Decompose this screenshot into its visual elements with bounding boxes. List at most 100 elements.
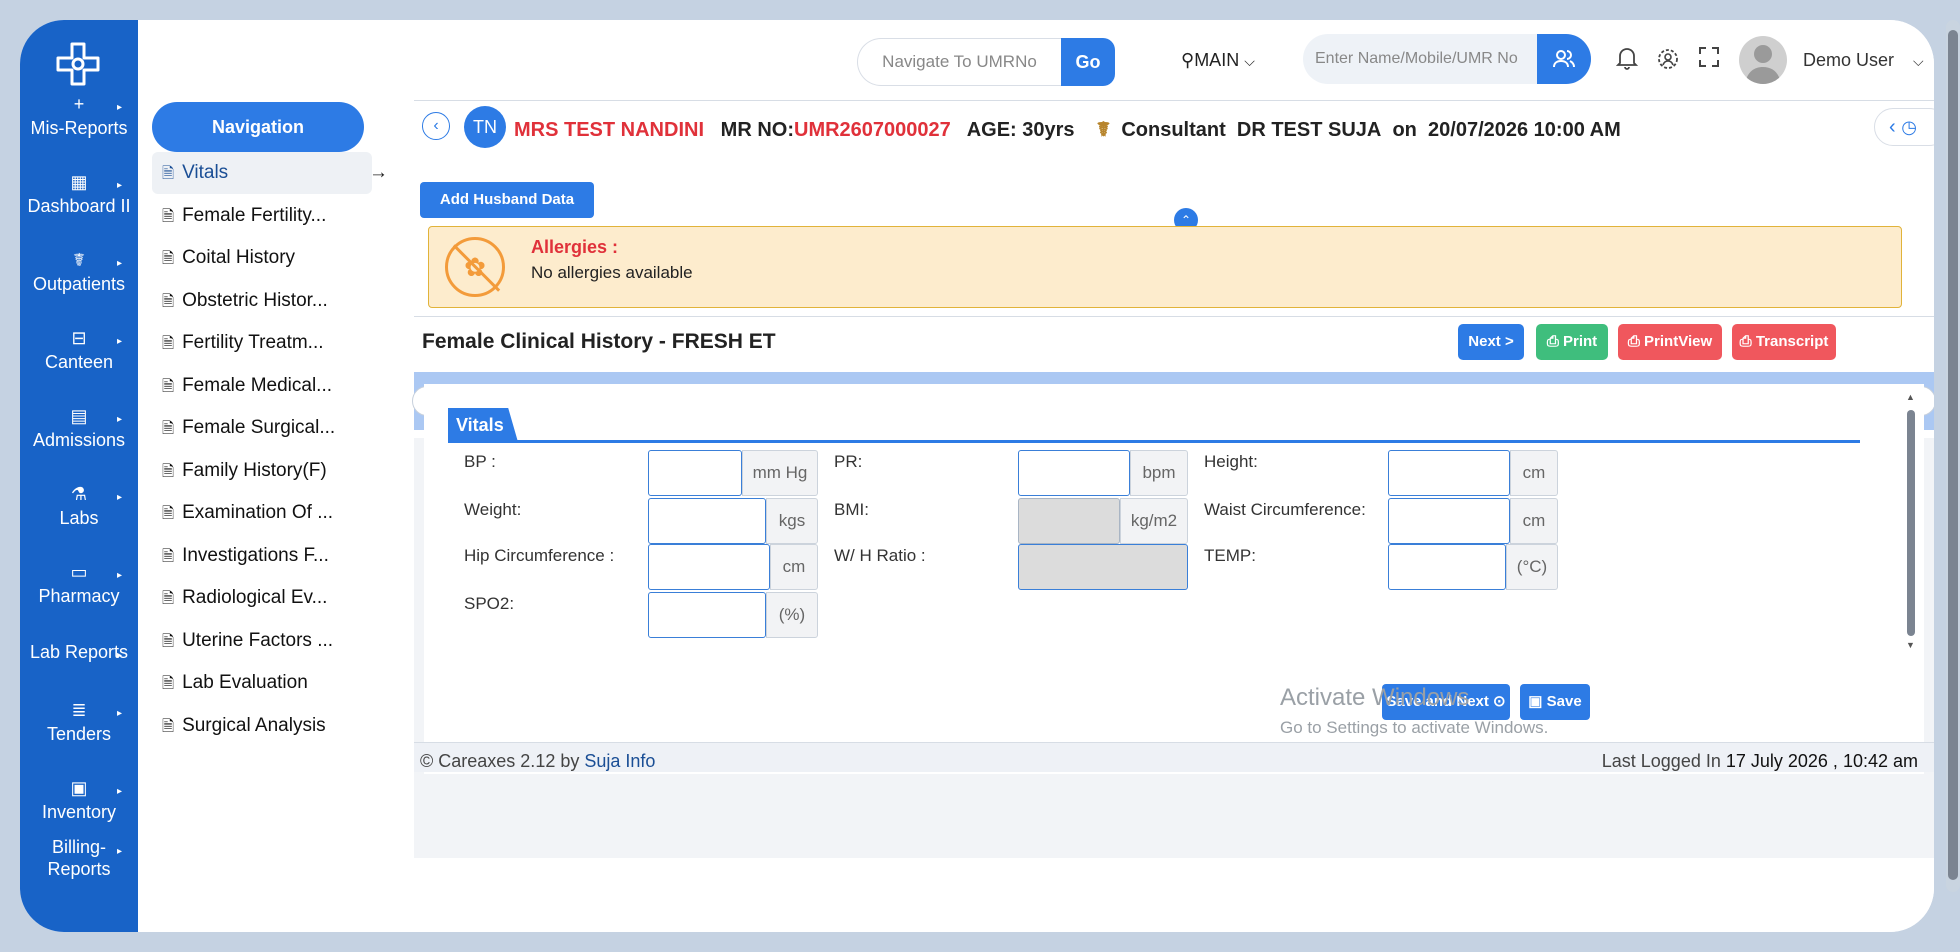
sidebar-item-pharmacy[interactable]: ▭ ▸ Pharmacy [20,560,138,608]
patient-search-input[interactable]: Enter Name/Mobile/UMR No [1303,34,1537,84]
nav-item-female-surgical[interactable]: 🗎 Female Surgical... [152,407,372,449]
nav-item-female-medical[interactable]: 🗎 Female Medical... [152,365,372,407]
bell-icon[interactable] [1614,46,1640,72]
bp-unit: mm Hg [742,450,818,496]
document-icon: 🗎 [162,675,175,692]
sidebar-item-labs[interactable]: ⚗ ▸ Labs [20,482,138,530]
nav-item-label: Uterine Factors ... [182,629,334,651]
nav-item-female-fertility[interactable]: 🗎 Female Fertility... [152,195,372,237]
document-icon: 🗎 [162,207,175,225]
users-settings-icon[interactable] [1655,46,1681,72]
arrow-right-icon: → [369,162,388,183]
nav-item-surgical-analysis[interactable]: 🗎 Surgical Analysis [152,705,372,747]
clock-icon: ◷ [1901,117,1917,137]
history-toggle-button[interactable]: ‹ ◷ [1874,108,1934,146]
age-value: 30yrs [1022,119,1075,141]
caret-right-icon: ▸ [116,258,122,269]
go-button[interactable]: Go [1061,38,1115,86]
nav-item-family-history-f[interactable]: 🗎 Family History(F) [152,450,372,492]
allergies-text: No allergies available [531,263,693,282]
caret-right-icon: ▸ [116,846,122,857]
umr-navigate-input[interactable]: Navigate To UMRNo [857,38,1061,86]
company-link[interactable]: Suja Info [584,751,655,771]
weight-input[interactable] [648,498,766,544]
caret-right-icon: ▸ [116,786,122,797]
document-icon: 🗎 [162,250,175,267]
sidebar-item-dashboard-ii[interactable]: ▦ ▸ Dashboard II [20,170,138,218]
last-logged-value: 17 July 2026 , 10:42 am [1725,751,1918,771]
nav-item-label: Examination Of ... [182,502,334,523]
last-logged-in: Last Logged In 17 July 2026 , 10:42 am [1602,751,1918,772]
users-search-button[interactable] [1537,34,1591,84]
print-button[interactable]: ⎙ Print [1536,324,1608,360]
sidebar-item-label: Dashboard II [27,196,131,216]
sidebar-item-inventory[interactable]: ▣ ▸ Inventory [20,776,138,824]
hip-input[interactable] [648,544,770,590]
sidebar-item-lab-reports[interactable]: ▸ Lab Reports [20,640,138,664]
nav-item-fertility-treatm[interactable]: 🗎 Fertility Treatm... [152,322,372,364]
nav-item-investigations-f[interactable]: 🗎 Investigations F... [152,535,372,577]
age-label: AGE: [966,119,1017,141]
nav-item-label: Radiological Ev... [182,587,328,608]
nav-item-label: Obstetric Histor... [182,289,328,311]
waist-label: Waist Circumference: [1204,500,1366,519]
sidebar-item-tenders[interactable]: ≣ ▸ Tenders [20,698,138,746]
chevron-left-icon: ‹ [1889,116,1896,138]
nav-item-uterine-factors[interactable]: 🗎 Uterine Factors ... [152,620,372,662]
save-button[interactable]: ▣ Save [1520,684,1590,720]
temp-input[interactable] [1388,544,1506,590]
printview-button[interactable]: ⎙ PrintView [1618,324,1722,360]
temp-unit: (°C) [1506,544,1558,590]
patient-initials-avatar: TN [464,106,506,148]
sidebar-item-billing-reports[interactable]: ▸ Billing-Reports [20,836,138,880]
back-button[interactable]: ‹ [422,112,450,140]
pr-input[interactable] [1018,450,1130,496]
sidebar-item-canteen[interactable]: ⊟ ▸ Canteen [20,326,138,374]
nav-item-radiological-ev[interactable]: 🗎 Radiological Ev... [152,577,372,619]
caret-right-icon: ▸ [116,708,122,719]
nav-item-label: Family History(F) [182,459,327,481]
wh-ratio-input [1018,544,1188,590]
transcript-button[interactable]: ⎙ Transcript [1732,324,1836,360]
next-button[interactable]: Next > [1458,324,1524,360]
printer-icon: ⎙ [1546,333,1559,350]
sidebar-item-mis-reports[interactable]: + ▸ Mis-Reports [20,92,138,140]
document-icon: 🗎 [162,717,175,735]
sidebar-item-label: Billing-Reports [47,837,111,879]
location-selector[interactable]: ⚲MAIN ⌵ [1181,50,1255,71]
fullscreen-icon[interactable] [1696,46,1722,72]
spo2-input[interactable] [648,592,766,638]
nav-item-examination-of[interactable]: 🗎 Examination Of ... [152,492,372,534]
waist-unit: cm [1510,498,1558,544]
form-scrollbar[interactable]: ▲ ▼ [1904,392,1918,652]
bp-input[interactable] [648,450,742,496]
mr-number: UMR2607000027 [794,119,951,141]
sidebar-item-label: Inventory [41,802,117,822]
caret-right-icon: ▸ [116,650,122,661]
allergies-title: Allergies : [531,237,619,257]
user-menu[interactable]: Demo User ⌵ [1803,50,1924,71]
printer-icon: ⎙ [1739,333,1752,350]
top-bar: Navigate To UMRNo Go ⚲MAIN ⌵ Enter Name/… [138,20,1934,100]
nav-item-label: Lab Evaluation [182,672,308,693]
nav-item-lab-evaluation[interactable]: 🗎 Lab Evaluation [152,662,372,704]
document-icon: 🗎 [162,420,175,437]
printer-icon: ⎙ [1627,333,1640,350]
window-scrollbar[interactable] [1946,20,1960,892]
add-husband-data-button[interactable]: Add Husband Data [420,182,594,218]
caret-right-icon: ▸ [116,570,122,581]
nav-item-vitals[interactable]: 🗎 Vitals → [152,152,388,194]
nav-item-label: Female Fertility... [182,204,327,226]
sidebar-item-outpatients[interactable]: ☤ ▸ Outpatients [20,248,138,296]
chevron-down-icon: ⌵ [1244,53,1255,69]
height-input[interactable] [1388,450,1510,496]
navigation-button[interactable]: Navigation [152,102,364,152]
waist-input[interactable] [1388,498,1510,544]
bmi-unit: kg/m2 [1120,498,1188,544]
nav-item-obstetric-histor[interactable]: 🗎 Obstetric Histor... [152,280,372,322]
avatar[interactable] [1739,36,1787,84]
bmi-input [1018,498,1120,544]
sidebar-item-admissions[interactable]: ▤ ▸ Admissions [20,404,138,452]
hip-label: Hip Circumference : [464,546,615,565]
nav-item-coital-history[interactable]: 🗎 Coital History [152,237,372,279]
